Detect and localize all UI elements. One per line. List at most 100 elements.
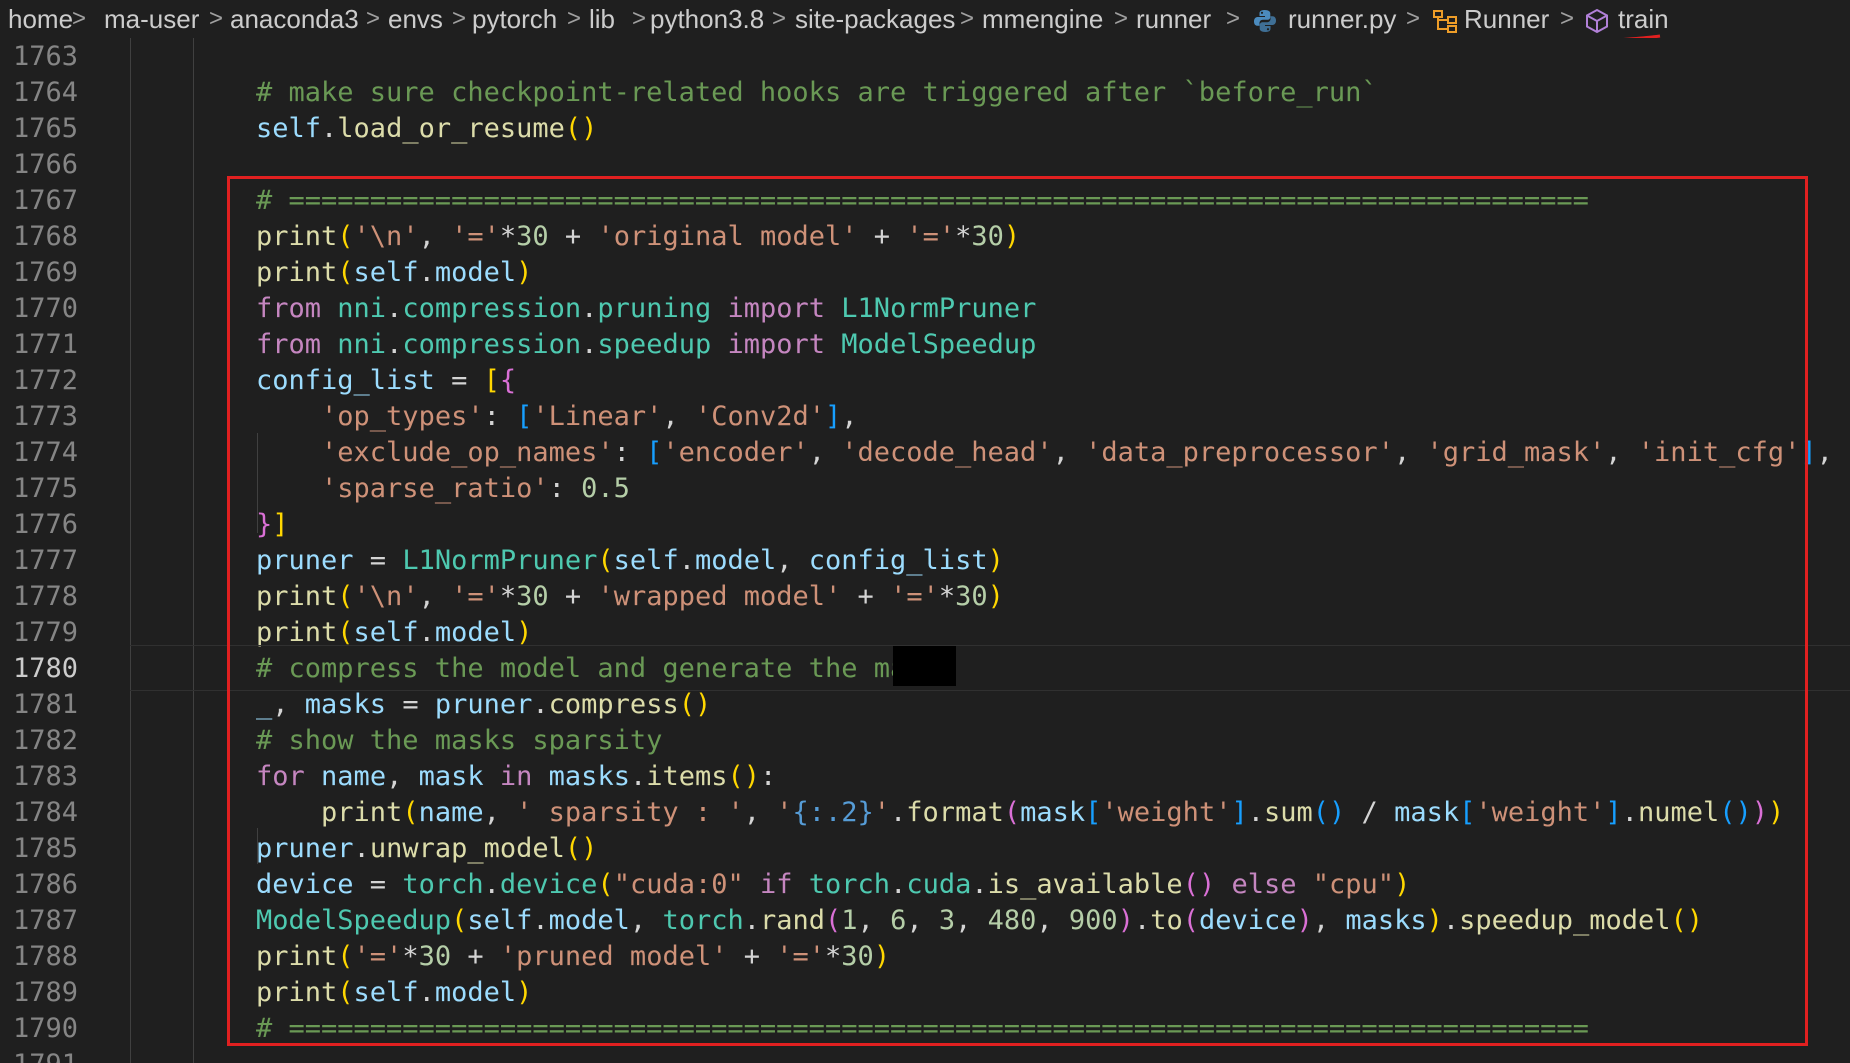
code-token: if (760, 869, 793, 900)
code-line[interactable]: 1782 # show the masks sparsity (0, 723, 1850, 759)
code-token: '\n' (353, 221, 419, 252)
code-token: = (353, 869, 403, 900)
code-token: , (1605, 437, 1638, 468)
code-line[interactable]: 1786 device = torch.device("cuda:0" if to… (0, 867, 1850, 903)
code-line[interactable]: 1783 for name, mask in masks.items(): (0, 759, 1850, 795)
breadcrumb-item-home[interactable]: home (8, 0, 73, 38)
code-line[interactable]: 1772 config_list = [{ (0, 363, 1850, 399)
code-token: ) (873, 941, 891, 972)
code-token: ) (516, 257, 533, 288)
code-token: + (548, 221, 598, 252)
code-token: ) (516, 977, 533, 1008)
code-line[interactable]: 1791 (0, 1047, 1850, 1063)
line-number: 1776 (12, 509, 78, 540)
code-token: ( (451, 905, 468, 936)
code-line[interactable]: 1765 self.load_or_resume() (0, 111, 1850, 147)
code-line[interactable]: 1767 # ==================================… (0, 183, 1850, 219)
code-token: self (256, 113, 322, 144)
code-line[interactable]: 1774 'exclude_op_names': ['encoder', 'de… (0, 435, 1850, 471)
code-token: print (256, 581, 338, 612)
code-line[interactable]: 1789 print(self.model) (0, 975, 1850, 1011)
breadcrumb-item-runner[interactable]: runner (1136, 0, 1211, 38)
code-token: { (499, 365, 517, 396)
breadcrumb-item-pytorch[interactable]: pytorch (472, 0, 557, 38)
breadcrumb-item-method[interactable]: train (1618, 0, 1669, 38)
breadcrumb-item-lib[interactable]: lib (589, 0, 615, 38)
code-token: # ======================================… (256, 185, 1589, 216)
code-token: ( (825, 905, 842, 936)
code-line[interactable]: 1771 from nni.compression.speedup import … (0, 327, 1850, 363)
code-token: , (629, 905, 663, 936)
code-token: * (499, 221, 517, 252)
breadcrumb-item-site-packages[interactable]: site-packages (795, 0, 955, 38)
code-token: . (581, 293, 598, 324)
code-token: '\n' (353, 581, 419, 612)
code-line[interactable]: 1766 (0, 147, 1850, 183)
code-token: , (1816, 437, 1833, 468)
code-token: . (386, 329, 403, 360)
code-token: items (646, 761, 728, 792)
code-token: , (386, 761, 419, 792)
code-line[interactable]: 1784 print(name, ' sparsity : ', '{:.2}'… (0, 795, 1850, 831)
code-token: pruner (434, 689, 533, 720)
breadcrumb-item-envs[interactable]: envs (388, 0, 443, 38)
code-line[interactable]: 1769 print(self.model) (0, 255, 1850, 291)
code-line[interactable]: 1768 print('\n', '='*30 + 'original model… (0, 219, 1850, 255)
breadcrumb-item-mmengine[interactable]: mmengine (982, 0, 1103, 38)
code-token: ) (1003, 221, 1021, 252)
code-token: "cuda:0" (613, 869, 744, 900)
code-text: print('\n', '='*30 + 'wrapped model' + '… (256, 579, 1004, 615)
code-line[interactable]: 1787 ModelSpeedup(self.model, torch.rand(… (0, 903, 1850, 939)
code-token: ( (597, 869, 614, 900)
code-token: [ (483, 365, 500, 396)
code-token: . (321, 113, 338, 144)
breadcrumb-item-anaconda3[interactable]: anaconda3 (230, 0, 359, 38)
code-line[interactable]: 1790 # ==================================… (0, 1011, 1850, 1047)
code-token: rand (759, 905, 826, 936)
code-line[interactable]: 1763 (0, 39, 1850, 75)
breadcrumb: home > ma-user > anaconda3 > envs > pyto… (0, 0, 1850, 38)
code-token: . (418, 617, 435, 648)
code-line[interactable]: 1781 _, masks = pruner.compress() (0, 687, 1850, 723)
code-line[interactable]: 1788 print('='*30 + 'pruned model' + '='*… (0, 939, 1850, 975)
breadcrumb-item-ma-user[interactable]: ma-user (104, 0, 199, 38)
code-token: masks (304, 689, 387, 720)
code-text: print('\n', '='*30 + 'original model' + … (256, 219, 1020, 255)
code-line[interactable]: 1778 print('\n', '='*30 + 'wrapped model'… (0, 579, 1850, 615)
code-token: . (418, 257, 435, 288)
breadcrumb-separator: > (632, 5, 647, 32)
code-token: * (825, 941, 842, 972)
code-line[interactable]: 1773 'op_types': ['Linear', 'Conv2d'], (0, 399, 1850, 435)
code-text: device = torch.device("cuda:0" if torch.… (256, 867, 1410, 903)
code-token: () (1719, 797, 1752, 828)
code-line[interactable]: 1776}] (0, 507, 1850, 543)
code-token: * (499, 581, 517, 612)
breadcrumb-item-class[interactable]: Runner (1464, 0, 1549, 38)
code-line[interactable]: 1777 pruner = L1NormPruner(self.model, co… (0, 543, 1850, 579)
code-line[interactable]: 1785 pruner.unwrap_model() (0, 831, 1850, 867)
line-number: 1788 (12, 941, 78, 972)
code-token: , (1052, 437, 1086, 468)
code-token: 6 (890, 905, 907, 936)
code-token: + (857, 221, 907, 252)
code-token: device (1199, 905, 1297, 936)
breadcrumb-separator: > (772, 5, 787, 32)
code-token: () (564, 833, 598, 864)
breadcrumb-item-file[interactable]: runner.py (1288, 0, 1396, 38)
code-line[interactable]: 1764 # make sure checkpoint-related hooks… (0, 75, 1850, 111)
code-line[interactable]: 1770 from nni.compression.pruning import … (0, 291, 1850, 327)
code-token: 'encoder' (662, 437, 809, 468)
code-editor[interactable]: 1763 1764 # make sure checkpoint-related h… (0, 38, 1850, 1063)
code-token: , (418, 221, 452, 252)
code-token: ModelSpeedup (841, 329, 1037, 360)
code-token: , (743, 797, 777, 828)
code-token: : (483, 401, 517, 432)
code-line[interactable]: 1775 'sparse_ratio': 0.5 (0, 471, 1850, 507)
breadcrumb-item-python3-8[interactable]: python3.8 (650, 0, 764, 38)
code-token: print (256, 977, 338, 1008)
code-token: 'weight' (1475, 797, 1606, 828)
